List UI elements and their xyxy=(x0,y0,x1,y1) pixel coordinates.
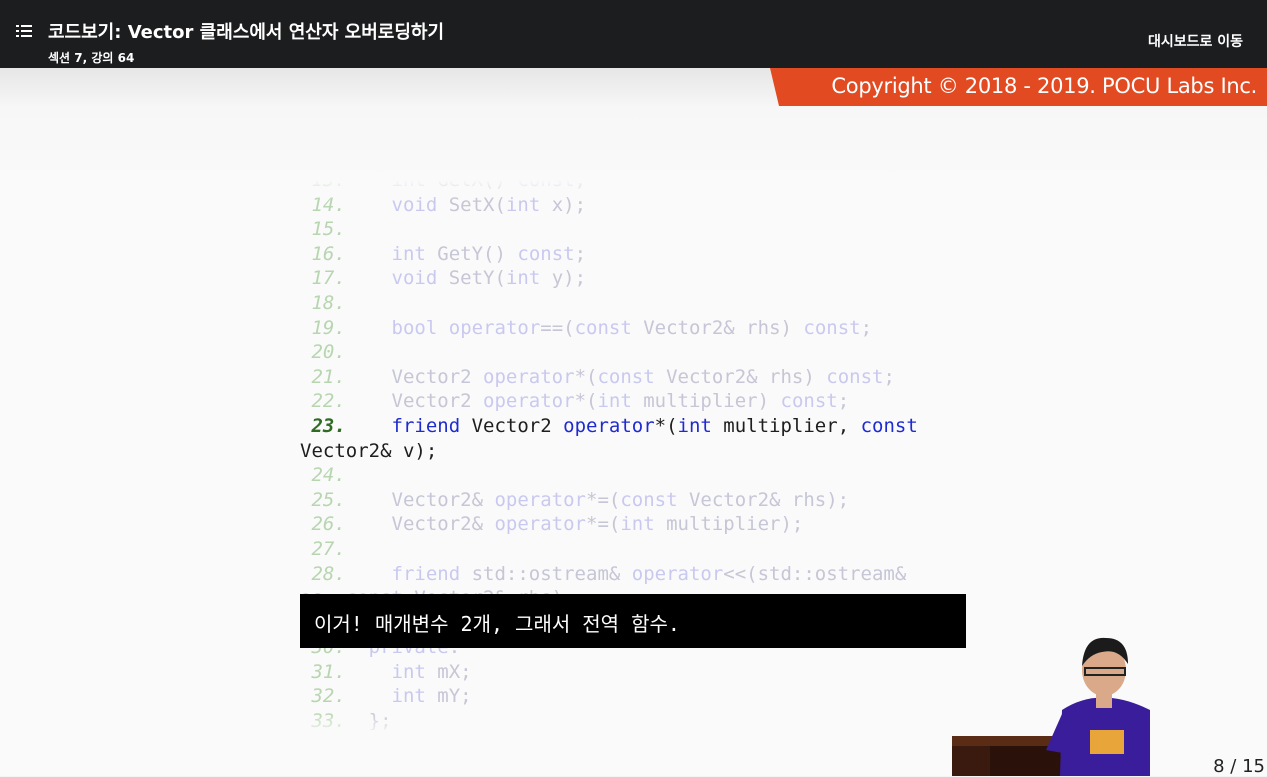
code-line: 16. int GetY() const; xyxy=(300,242,587,265)
code-line: 25. Vector2& operator*=(const Vector2& r… xyxy=(300,488,850,511)
line-number: 22. xyxy=(300,390,346,413)
code-line: 15. xyxy=(300,217,918,242)
line-number: 19. xyxy=(300,316,346,339)
code-line: 32. int mY; xyxy=(300,685,472,708)
code-line: Vector2& v); xyxy=(300,439,438,462)
subtitle-text: 이거! 매개변수 2개, 그래서 전역 함수. xyxy=(314,612,680,636)
code-line: 28. friend std::ostream& operator<<(std:… xyxy=(300,562,907,585)
code-line: 20. xyxy=(300,340,918,365)
list-menu-icon[interactable] xyxy=(16,24,32,38)
lecture-section-info: 섹션 7, 강의 64 xyxy=(48,51,135,65)
code-fade-bottom xyxy=(300,712,960,736)
line-number: 26. xyxy=(300,513,346,536)
code-line: 18. xyxy=(300,291,918,316)
line-number: 27. xyxy=(300,537,346,560)
line-number: 25. xyxy=(300,488,346,511)
code-line: 31. int mX; xyxy=(300,660,472,683)
line-number: 28. xyxy=(300,562,346,585)
line-number: 15. xyxy=(300,218,346,241)
slide-counter: 8 / 15 xyxy=(1213,756,1265,777)
line-number: 18. xyxy=(300,291,346,314)
code-line: 19. bool operator==(const Vector2& rhs) … xyxy=(300,316,873,339)
code-line: 24. xyxy=(300,463,918,488)
line-number: 20. xyxy=(300,341,346,364)
line-number: 23. xyxy=(300,414,346,437)
line-number: 32. xyxy=(300,685,346,708)
line-number: 24. xyxy=(300,464,346,487)
top-bar: 코드보기: Vector 클래스에서 연산자 오버로딩하기 섹션 7, 강의 6… xyxy=(0,0,1267,68)
go-to-dashboard-link[interactable]: 대시보드로 이동 xyxy=(1148,31,1243,51)
code-line: 17. void SetY(int y); xyxy=(300,267,587,290)
video-subtitle: 이거! 매개변수 2개, 그래서 전역 함수. xyxy=(300,594,966,648)
copyright-text: Copyright © 2018 - 2019. POCU Labs Inc. xyxy=(831,74,1257,98)
code-line: 23. friend Vector2 operator*(int multipl… xyxy=(300,414,918,437)
code-fade-top xyxy=(300,180,960,200)
lecture-title: 코드보기: Vector 클래스에서 연산자 오버로딩하기 xyxy=(48,22,445,43)
line-number: 17. xyxy=(300,267,346,290)
code-line: 22. Vector2 operator*(int multiplier) co… xyxy=(300,390,850,413)
line-number: 16. xyxy=(300,242,346,265)
line-number: 21. xyxy=(300,365,346,388)
code-line: 26. Vector2& operator*=(int multiplier); xyxy=(300,513,804,536)
code-line: 21. Vector2 operator*(const Vector2& rhs… xyxy=(300,365,895,388)
code-line: 27. xyxy=(300,537,918,562)
copyright-banner: Copyright © 2018 - 2019. POCU Labs Inc. xyxy=(770,68,1267,106)
line-number: 31. xyxy=(300,660,346,683)
presenter-video-overlay xyxy=(952,637,1150,776)
